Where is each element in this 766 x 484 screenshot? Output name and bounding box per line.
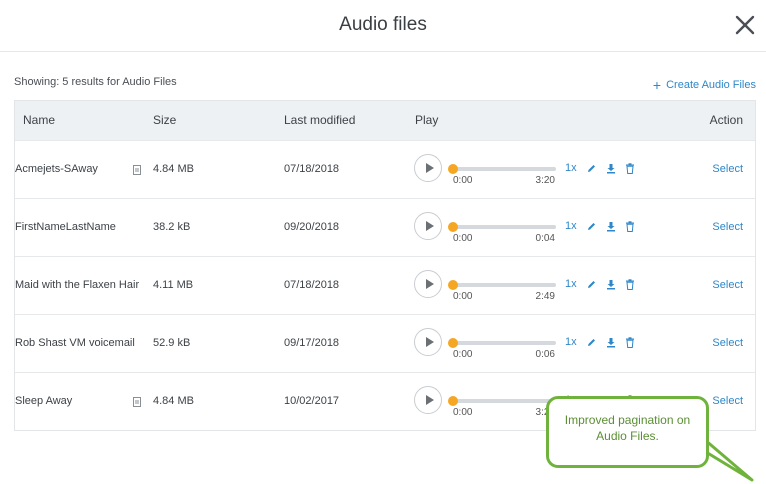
select-link[interactable]: Select (712, 395, 743, 407)
trash-icon[interactable] (625, 221, 635, 232)
file-name: Sleep Away (15, 395, 73, 407)
play-button[interactable] (414, 386, 442, 414)
modal-title: Audio files (339, 14, 427, 35)
pencil-icon[interactable] (586, 279, 596, 290)
time-elapsed: 0:00 (453, 407, 473, 418)
close-icon[interactable] (734, 14, 756, 36)
play-button[interactable] (414, 212, 442, 240)
playback-speed[interactable]: 1x (565, 220, 577, 232)
play-button[interactable] (414, 328, 442, 356)
file-modified: 07/18/2018 (284, 279, 340, 291)
select-link[interactable]: Select (712, 279, 743, 291)
file-size: 4.11 MB (153, 279, 194, 291)
time-elapsed: 0:00 (453, 349, 473, 360)
progress-knob[interactable] (448, 338, 458, 348)
table-row: Acmejets-SAway 4.84 MB 07/18/2018 0:00 3… (15, 140, 755, 198)
audio-files-table: Name Size Last modified Play Action Acme… (14, 100, 756, 431)
time-duration: 3:20 (535, 175, 555, 186)
header-name: Name (23, 113, 56, 127)
time-elapsed: 0:00 (453, 291, 473, 302)
time-duration: 2:49 (535, 291, 555, 302)
document-icon (133, 397, 141, 407)
table-header: Name Size Last modified Play Action (15, 101, 755, 140)
table-row: Maid with the Flaxen Hair 4.11 MB 07/18/… (15, 256, 755, 314)
callout-text: Improved pagination on Audio Files. (564, 413, 691, 443)
file-name: Maid with the Flaxen Hair (15, 279, 140, 291)
create-audio-files-button[interactable]: + Create Audio Files (652, 76, 756, 93)
play-button[interactable] (414, 270, 442, 298)
audio-progress-bar[interactable] (452, 225, 556, 229)
download-icon[interactable] (606, 337, 616, 348)
play-button[interactable] (414, 154, 442, 182)
file-size: 38.2 kB (153, 221, 191, 233)
header-action: Action (709, 113, 743, 127)
select-link[interactable]: Select (712, 163, 743, 175)
select-link[interactable]: Select (712, 221, 743, 233)
download-icon[interactable] (606, 279, 616, 290)
pencil-icon[interactable] (586, 221, 596, 232)
file-modified: 07/18/2018 (284, 163, 340, 175)
progress-knob[interactable] (448, 396, 458, 406)
results-count: Showing: 5 results for Audio Files (14, 76, 177, 88)
progress-knob[interactable] (448, 164, 458, 174)
audio-progress-bar[interactable] (452, 399, 556, 403)
header-last-modified: Last modified (284, 113, 356, 127)
trash-icon[interactable] (625, 337, 635, 348)
audio-progress-bar[interactable] (452, 283, 556, 287)
time-duration: 0:04 (535, 233, 555, 244)
file-modified: 09/17/2018 (284, 337, 340, 349)
file-size: 4.84 MB (153, 163, 194, 175)
annotation-callout: Improved pagination on Audio Files. (546, 396, 709, 468)
table-row: Rob Shast VM voicemail 52.9 kB 09/17/201… (15, 314, 755, 372)
file-name: Acmejets-SAway (15, 163, 98, 175)
download-icon[interactable] (606, 163, 616, 174)
trash-icon[interactable] (625, 279, 635, 290)
trash-icon[interactable] (625, 163, 635, 174)
document-icon (133, 165, 141, 175)
plus-icon: + (652, 76, 662, 93)
file-modified: 10/02/2017 (284, 395, 340, 407)
download-icon[interactable] (606, 221, 616, 232)
file-modified: 09/20/2018 (284, 221, 340, 233)
time-duration: 0:06 (535, 349, 555, 360)
playback-speed[interactable]: 1x (565, 278, 577, 290)
progress-knob[interactable] (448, 222, 458, 232)
audio-progress-bar[interactable] (452, 341, 556, 345)
playback-speed[interactable]: 1x (565, 162, 577, 174)
table-row: FirstNameLastName 38.2 kB 09/20/2018 0:0… (15, 198, 755, 256)
file-size: 52.9 kB (153, 337, 191, 349)
pencil-icon[interactable] (586, 163, 596, 174)
header-play: Play (415, 113, 439, 127)
modal-header: Audio files (0, 0, 766, 52)
pencil-icon[interactable] (586, 337, 596, 348)
file-name: Rob Shast VM voicemail (15, 337, 135, 349)
time-elapsed: 0:00 (453, 233, 473, 244)
file-size: 4.84 MB (153, 395, 194, 407)
playback-speed[interactable]: 1x (565, 336, 577, 348)
select-link[interactable]: Select (712, 337, 743, 349)
create-audio-files-label: Create Audio Files (666, 79, 756, 91)
file-name: FirstNameLastName (15, 221, 116, 233)
header-size: Size (153, 113, 177, 127)
time-elapsed: 0:00 (453, 175, 473, 186)
audio-progress-bar[interactable] (452, 167, 556, 171)
progress-knob[interactable] (448, 280, 458, 290)
